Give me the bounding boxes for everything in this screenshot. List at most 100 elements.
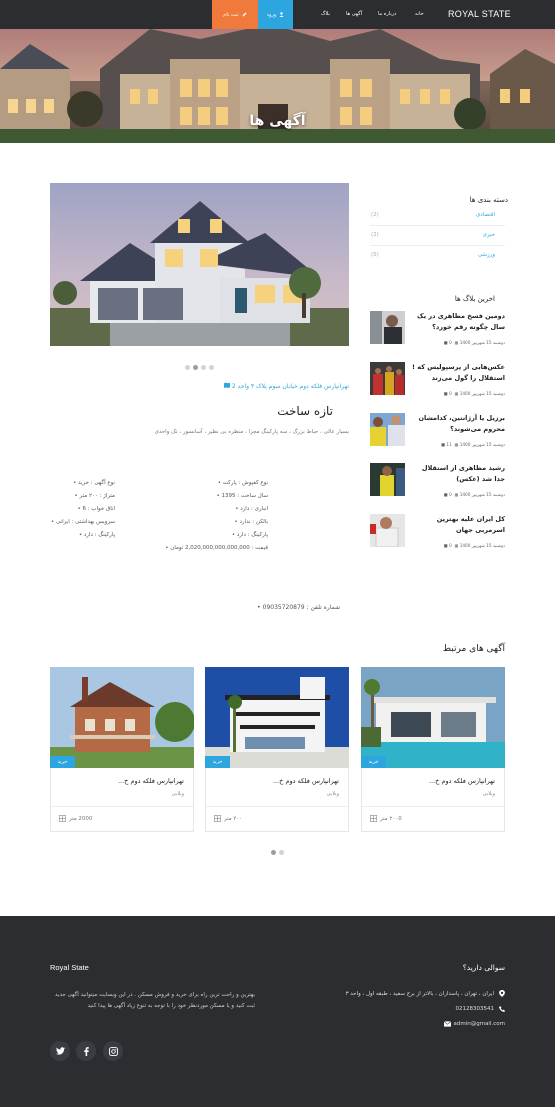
card-photo bbox=[361, 667, 505, 768]
category-item[interactable]: خبری (2) bbox=[370, 226, 505, 246]
hero-title: آگهی ها bbox=[249, 113, 306, 129]
post-date: دوشنبه 15 شهریور 1400 bbox=[459, 442, 505, 447]
hero-banner: آگهی ها bbox=[0, 29, 555, 143]
listing-main-image[interactable] bbox=[50, 183, 349, 346]
post-date: دوشنبه 15 شهریور 1400 bbox=[459, 391, 505, 396]
spec-item: انباری : دارد bbox=[235, 506, 268, 512]
house-photo bbox=[50, 183, 349, 346]
post-photo bbox=[370, 514, 405, 547]
image-slider-dots bbox=[185, 365, 214, 370]
footer-contact-title: سوالی دارید؟ bbox=[462, 963, 505, 972]
nav-link-ads[interactable]: آگهی ها bbox=[346, 11, 362, 17]
nav-link-about[interactable]: درباره ما bbox=[378, 11, 396, 17]
card-image[interactable]: خرید bbox=[50, 667, 194, 768]
post-thumbnail[interactable] bbox=[370, 311, 405, 344]
category-item[interactable]: اقتصادی (2) bbox=[370, 206, 505, 226]
slider-dot-active[interactable] bbox=[271, 850, 276, 855]
card-tag: خرید bbox=[50, 756, 75, 768]
slider-dot[interactable] bbox=[185, 365, 190, 370]
card-type: ویلایی bbox=[326, 791, 339, 797]
card-title[interactable]: تهرانپارس فلکه دوم خ... bbox=[429, 777, 495, 785]
login-button[interactable]: ورود bbox=[258, 0, 293, 29]
nav-link-blog[interactable]: بلاگ bbox=[321, 11, 330, 17]
blog-post-item[interactable]: دومین فسخ مظاهری در یک سال چگونه رقم خور… bbox=[370, 311, 505, 351]
slider-dot[interactable] bbox=[201, 365, 206, 370]
brand-logo[interactable]: ROYAL STATE bbox=[448, 9, 511, 19]
slider-dot-active[interactable] bbox=[193, 365, 198, 370]
post-comments: 0 bbox=[449, 543, 452, 548]
card-divider bbox=[206, 806, 348, 807]
listing-phone: شماره تلفن : 09035720879 • bbox=[257, 604, 340, 611]
card-title[interactable]: تهرانپارس فلکه دوم خ... bbox=[273, 777, 339, 785]
envelope-icon bbox=[444, 1021, 452, 1027]
post-meta: دوشنبه 15 شهریور 1400 ▦ 0 ■ bbox=[443, 391, 505, 396]
blog-post-item[interactable]: برزیل یا آرژانتین، کدامشان محروم می‌شوند… bbox=[370, 413, 505, 453]
related-ad-card[interactable]: خرید تهرانپارس فلکه دوم خ... ویلایی 2000… bbox=[50, 667, 194, 832]
slider-dot[interactable] bbox=[209, 365, 214, 370]
post-title[interactable]: کل ایران علیه بهترین اسرمربی جهان bbox=[410, 514, 505, 536]
facebook-icon[interactable] bbox=[76, 1041, 96, 1061]
post-thumbnail[interactable] bbox=[370, 362, 405, 395]
spec-item: پارکینگ : دارد bbox=[79, 532, 115, 538]
area-value: ۲۰۰ متر bbox=[224, 815, 243, 822]
category-name[interactable]: خبری bbox=[483, 232, 495, 238]
nav-link-home[interactable]: خانه bbox=[415, 11, 424, 17]
post-title[interactable]: برزیل یا آرژانتین، کدامشان محروم می‌شوند… bbox=[410, 413, 505, 435]
post-photo bbox=[370, 463, 405, 496]
card-image[interactable]: خرید bbox=[205, 667, 349, 768]
post-comments: 0 bbox=[449, 340, 452, 345]
blog-post-item[interactable]: عکس‌هایی از پرسپولیس که !استقلال را گول … bbox=[370, 362, 505, 402]
related-ad-card[interactable]: خرید تهرانپارس فلکه دوم خ... ویلایی ۲۰۰ … bbox=[205, 667, 349, 832]
post-photo bbox=[370, 362, 405, 395]
card-tag: خرید bbox=[205, 756, 230, 768]
category-name[interactable]: اقتصادی bbox=[476, 212, 495, 218]
spec-item: بالکن : ندارد bbox=[234, 519, 268, 525]
post-meta: دوشنبه 15 شهریور 1400 ▦ 0 ■ bbox=[443, 492, 505, 497]
register-button[interactable]: ثبت نام bbox=[212, 0, 258, 29]
latest-blogs-title: اخرین بلاگ ها bbox=[454, 295, 495, 303]
slider-dot[interactable] bbox=[279, 850, 284, 855]
email-text[interactable]: admin@gmail.com bbox=[453, 1021, 505, 1027]
post-photo bbox=[370, 311, 405, 344]
footer-email: admin@gmail.com bbox=[444, 1021, 505, 1027]
spec-item: سال ساخت : 1395 bbox=[217, 493, 268, 499]
pencil-icon bbox=[242, 12, 247, 17]
post-date: دوشنبه 15 شهریور 1400 bbox=[459, 543, 505, 548]
spec-price: قیمت : 2,020,000,000,000,000 تومان bbox=[165, 545, 268, 551]
post-meta: دوشنبه 15 شهریور 1400 ▦ 0 ■ bbox=[443, 543, 505, 548]
footer-brand: Royal State bbox=[50, 963, 89, 972]
category-name[interactable]: ورزشی bbox=[478, 252, 495, 258]
category-item[interactable]: ورزشی (5) bbox=[370, 246, 505, 266]
card-title[interactable]: تهرانپارس فلکه دوم خ... bbox=[118, 777, 184, 785]
post-thumbnail[interactable] bbox=[370, 413, 405, 446]
category-count: (2) bbox=[371, 232, 379, 238]
spec-item: نوع آگهی : خرید bbox=[73, 480, 115, 486]
post-meta: دوشنبه 15 شهریور 1400 ▦ 0 ■ bbox=[443, 340, 505, 345]
spec-item: نوع کفپوش : پارکت bbox=[218, 480, 268, 486]
post-title[interactable]: عکس‌هایی از پرسپولیس که !استقلال را گول … bbox=[410, 362, 505, 384]
phone-text[interactable]: 02128303541 bbox=[456, 1006, 495, 1012]
top-navbar: ROYAL STATE خانه درباره ما آگهی ها بلاگ … bbox=[0, 0, 555, 29]
related-ad-card[interactable]: خرید تهرانپارس فلکه دوم خ... ویلایی ۲۰۰0… bbox=[361, 667, 505, 832]
post-thumbnail[interactable] bbox=[370, 514, 405, 547]
instagram-icon[interactable] bbox=[103, 1041, 123, 1061]
card-area: ۲۰۰0 متر bbox=[370, 815, 402, 822]
card-photo bbox=[205, 667, 349, 768]
post-thumbnail[interactable] bbox=[370, 463, 405, 496]
blog-post-item[interactable]: کل ایران علیه بهترین اسرمربی جهان دوشنبه… bbox=[370, 514, 505, 554]
listing-title: تازه ساخت bbox=[277, 404, 333, 418]
address-text: تهرانپارس فلکه دوم خیابان سوم پلاک ۴ واح… bbox=[231, 383, 349, 390]
post-title[interactable]: رشید مظاهری از استقلال جدا شد (عکس) bbox=[410, 463, 505, 485]
area-icon bbox=[214, 815, 221, 822]
post-title[interactable]: دومین فسخ مظاهری در یک سال چگونه رقم خور… bbox=[410, 311, 505, 333]
card-divider bbox=[362, 806, 504, 807]
listing-address: تهرانپارس فلکه دوم خیابان سوم پلاک ۴ واح… bbox=[50, 382, 349, 390]
card-image[interactable]: خرید bbox=[361, 667, 505, 768]
category-count: (5) bbox=[371, 252, 379, 258]
blog-post-item[interactable]: رشید مظاهری از استقلال جدا شد (عکس) دوشن… bbox=[370, 463, 505, 503]
related-slider-dots bbox=[271, 850, 284, 855]
categories-title: دسته بندی ها bbox=[469, 196, 508, 204]
card-area: ۲۰۰ متر bbox=[214, 815, 242, 822]
twitter-icon[interactable] bbox=[50, 1041, 70, 1061]
footer-address: ایران ، تهران ، پاسداران ، بالاتر از برج… bbox=[346, 990, 505, 997]
